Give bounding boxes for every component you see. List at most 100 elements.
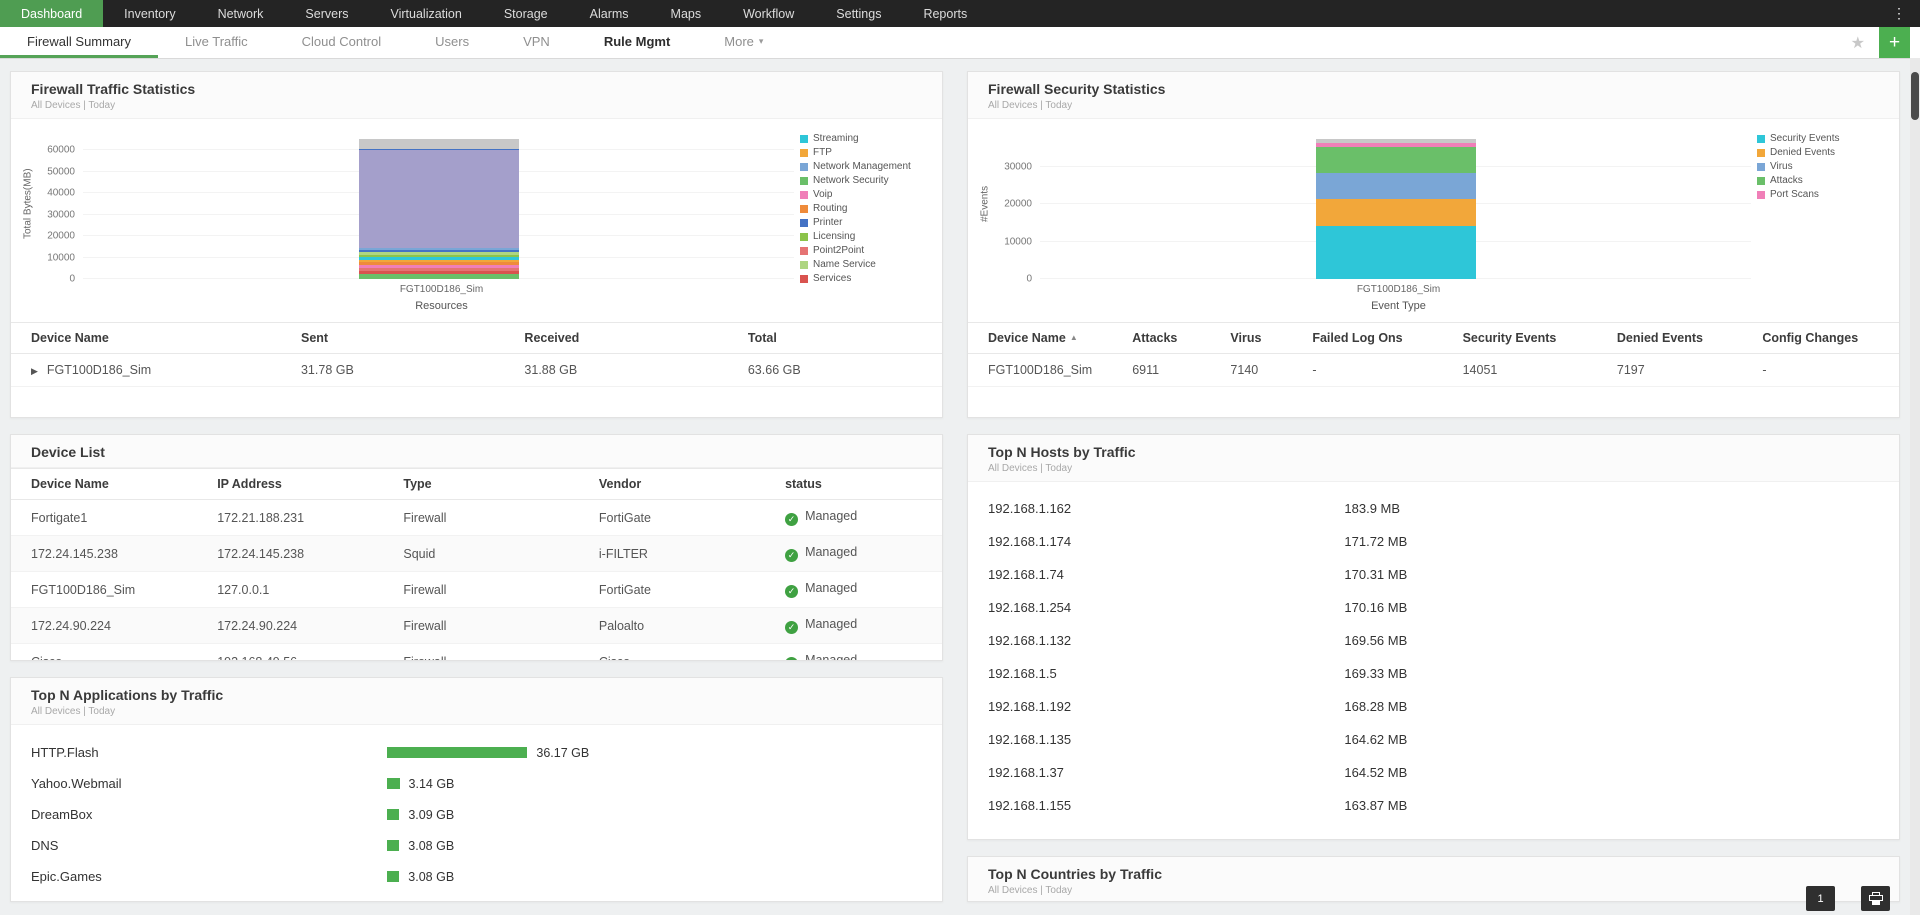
top-nav-item-storage[interactable]: Storage bbox=[483, 0, 569, 27]
table-header-row: Device Name ▲ Attacks Virus Failed Log Ons Se… bbox=[968, 322, 1899, 354]
application-traffic-bar bbox=[387, 809, 400, 820]
y-axis-title: Total Bytes(MB) bbox=[22, 168, 34, 240]
application-name: DNS bbox=[31, 838, 59, 853]
column-header-received[interactable]: Received bbox=[504, 322, 728, 354]
top-nav-item-alarms[interactable]: Alarms bbox=[569, 0, 650, 27]
expand-row-icon[interactable]: ▶ bbox=[31, 366, 38, 376]
table-row[interactable]: ▶ FGT100D186_Sim 31.78 GB 31.88 GB 63.66 GB bbox=[11, 353, 942, 387]
host-row: 192.168.1.162 183.9 MB bbox=[968, 492, 1899, 525]
column-header-virus[interactable]: Virus bbox=[1210, 322, 1293, 354]
column-header-sent[interactable]: Sent bbox=[280, 322, 505, 354]
top-nav-item-dashboard[interactable]: Dashboard bbox=[0, 0, 104, 27]
application-traffic-value: 36.17 GB bbox=[536, 745, 590, 760]
y-tick-label: 60000 bbox=[47, 144, 75, 156]
y-tick-label: 20000 bbox=[1004, 198, 1032, 210]
table-row[interactable]: 172.24.90.224 172.24.90.224 Firewall Paloal… bbox=[11, 607, 942, 644]
scrollbar-thumb[interactable] bbox=[1911, 72, 1919, 120]
column-header-denied-events[interactable]: Denied Events bbox=[1596, 322, 1743, 354]
sub-tab-users[interactable]: Users bbox=[408, 27, 496, 58]
top-nav-item-network[interactable]: Network bbox=[197, 0, 285, 27]
sub-tab-rule-mgmt[interactable]: Rule Mgmt bbox=[577, 27, 697, 58]
managed-check-icon: ✓ bbox=[785, 621, 799, 634]
legend-label: Services bbox=[813, 273, 852, 284]
legend-item-routing: Routing bbox=[800, 203, 928, 214]
alarms-shortcut-button[interactable]: 1 bbox=[1806, 886, 1835, 911]
card-title: Firewall Security Statistics bbox=[988, 81, 1166, 97]
top-nav-item-settings[interactable]: Settings bbox=[815, 0, 902, 27]
legend-swatch bbox=[800, 148, 808, 157]
sub-tab-vpn[interactable]: VPN bbox=[496, 27, 577, 58]
table-row[interactable]: FGT100D186_Sim 127.0.0.1 Firewall FortiGate… bbox=[11, 571, 942, 608]
top-nav-item-reports[interactable]: Reports bbox=[902, 0, 988, 27]
column-header-ip-address[interactable]: IP Address bbox=[197, 468, 384, 500]
add-widget-button[interactable]: + bbox=[1879, 27, 1910, 58]
top-nav-item-inventory[interactable]: Inventory bbox=[103, 0, 196, 27]
column-header-status[interactable]: status bbox=[765, 468, 942, 500]
column-header-security-events[interactable]: Security Events bbox=[1442, 322, 1597, 354]
host-row: 192.168.1.74 170.31 MB bbox=[968, 558, 1899, 591]
card-subtitle: All Devices | Today bbox=[988, 885, 1073, 896]
table-row[interactable]: Fortigate1 172.21.188.231 Firewall FortiGat… bbox=[11, 499, 942, 536]
legend-label: Denied Events bbox=[1770, 147, 1836, 158]
vertical-scrollbar[interactable] bbox=[1910, 58, 1920, 915]
y-tick-label: 10000 bbox=[1004, 236, 1032, 247]
column-header-attacks[interactable]: Attacks bbox=[1112, 322, 1211, 354]
legend-label: Network Security bbox=[813, 175, 889, 186]
sub-tab-firewall-summary[interactable]: Firewall Summary bbox=[0, 27, 159, 58]
y-tick-label: 20000 bbox=[47, 230, 75, 242]
column-header-vendor[interactable]: Vendor bbox=[578, 468, 766, 500]
overflow-menu-icon[interactable]: ⋮ bbox=[1878, 0, 1920, 27]
host-address: 192.168.1.132 bbox=[988, 633, 1072, 648]
ip-address-cell: 172.21.188.231 bbox=[197, 499, 384, 536]
y-axis-title: #Events bbox=[979, 185, 991, 223]
sub-tab-live-traffic[interactable]: Live Traffic bbox=[158, 27, 275, 58]
vendor-cell: Paloalto bbox=[578, 607, 766, 644]
traffic-chart-legend: Streaming FTP Network Management Network Se… bbox=[800, 129, 928, 284]
column-header-type[interactable]: Type bbox=[383, 468, 579, 500]
table-row[interactable]: 172.24.145.238 172.24.145.238 Squid i-FILTE… bbox=[11, 535, 942, 572]
legend-swatch bbox=[1757, 148, 1765, 157]
application-row: DreamBox 3.09 GB bbox=[11, 799, 942, 830]
segment-network-security bbox=[358, 274, 519, 279]
ip-address-cell: 172.24.145.238 bbox=[197, 535, 384, 572]
card-header: Device List bbox=[11, 435, 942, 468]
column-header-total[interactable]: Total bbox=[727, 322, 942, 354]
type-cell: Firewall bbox=[383, 607, 579, 644]
vendor-cell: FortiGate bbox=[578, 499, 766, 536]
top-nav-item-maps[interactable]: Maps bbox=[650, 0, 723, 27]
top-nav-items: Dashboard Inventory Network Servers Virtuali… bbox=[0, 0, 988, 27]
floating-actions: 1 bbox=[1806, 886, 1890, 911]
x-axis-title: Resources bbox=[415, 300, 468, 312]
sub-tab-cloud-control[interactable]: Cloud Control bbox=[275, 27, 409, 58]
host-traffic-value: 170.16 MB bbox=[1344, 600, 1408, 615]
vendor-cell: FortiGate bbox=[578, 571, 766, 608]
sort-ascending-icon: ▲ bbox=[1069, 333, 1078, 342]
column-header-config-changes[interactable]: Config Changes bbox=[1742, 322, 1899, 354]
column-header-device-name[interactable]: Device Name ▲ bbox=[968, 322, 1113, 354]
top-nav-item-servers[interactable]: Servers bbox=[284, 0, 369, 27]
table-row[interactable]: Cisco192.168.49.56FirewallCisco✓Managed bbox=[11, 643, 942, 660]
status-badge: Managed bbox=[805, 581, 858, 595]
host-row: 192.168.1.37 164.52 MB bbox=[968, 756, 1899, 789]
card-header: Firewall Traffic Statistics All Devices … bbox=[11, 72, 942, 119]
favorite-star-icon[interactable]: ★ bbox=[1851, 33, 1865, 53]
column-header-device-name[interactable]: Device Name bbox=[11, 468, 198, 500]
application-traffic-value: 3.14 GB bbox=[408, 776, 455, 791]
top-nav-item-workflow[interactable]: Workflow bbox=[722, 0, 815, 27]
print-button[interactable] bbox=[1861, 886, 1890, 911]
column-header-device-name[interactable]: Device Name bbox=[11, 322, 281, 354]
application-traffic-value: 3.08 GB bbox=[408, 838, 455, 853]
legend-item-printer: Printer bbox=[800, 217, 928, 228]
application-traffic-value: 3.09 GB bbox=[408, 807, 455, 822]
top-nav-item-virtualization[interactable]: Virtualization bbox=[370, 0, 483, 27]
sub-tab-more[interactable]: More ▾ bbox=[697, 27, 790, 58]
status-cell: ✓ Managed bbox=[765, 499, 942, 536]
application-traffic-bar bbox=[387, 747, 528, 758]
table-row[interactable]: FGT100D186_Sim 6911 7140-14051 7197- bbox=[968, 353, 1899, 387]
column-header-failed-log-ons[interactable]: Failed Log Ons bbox=[1292, 322, 1443, 354]
sub-nav-tabs: Firewall Summary Live Traffic Cloud Contro… bbox=[0, 27, 790, 58]
legend-swatch bbox=[800, 204, 808, 213]
traffic-stacked-bar-chart: 0 10000 20000 30000 40000 50000 60000 bbox=[47, 129, 794, 285]
host-row: 192.168.1.132 169.56 MB bbox=[968, 624, 1899, 657]
application-traffic-rows: HTTP.Flash 36.17 GB Yahoo.Webmail 3.14 GB Dr… bbox=[11, 725, 942, 892]
